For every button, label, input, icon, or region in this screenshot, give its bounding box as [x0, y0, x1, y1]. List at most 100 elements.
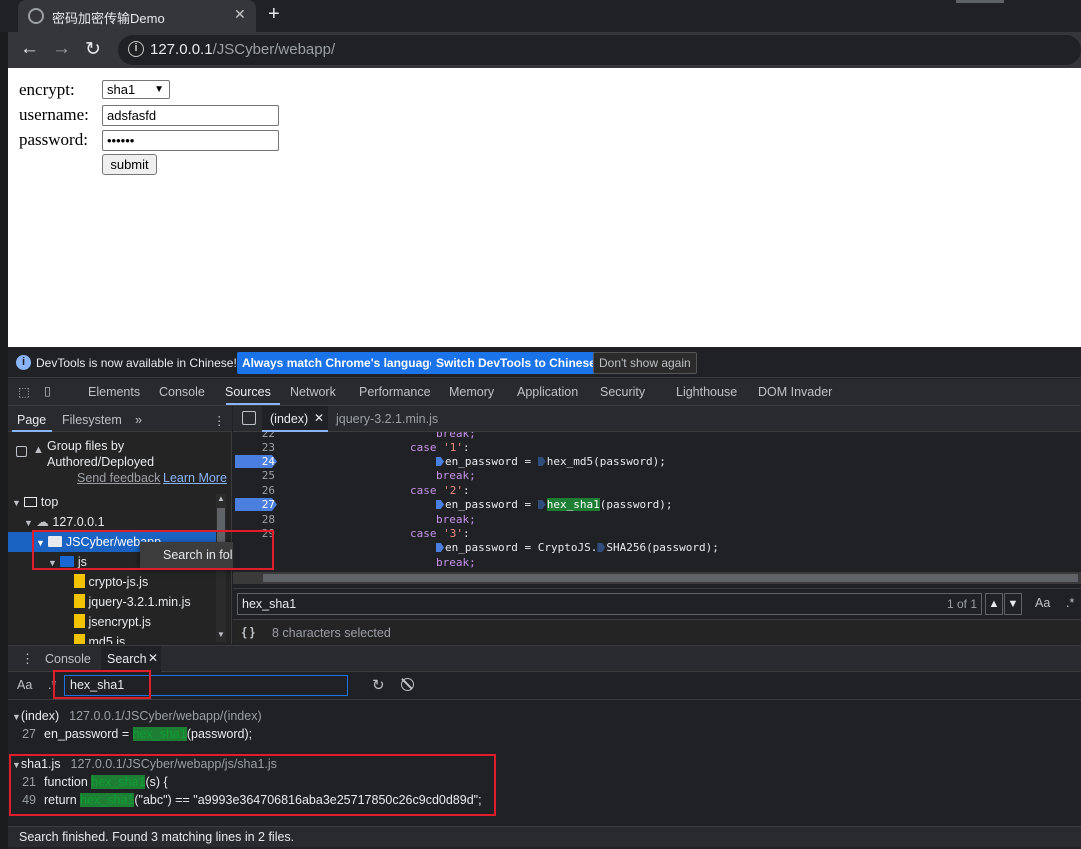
- more-tabs-icon[interactable]: »: [135, 413, 142, 427]
- editor-tab-bar: (index) ✕ jquery-3.2.1.min.js: [233, 406, 1081, 432]
- line-number: 22: [261, 432, 275, 440]
- tab-filesystem[interactable]: Filesystem: [62, 413, 122, 427]
- sources-navigator: Page Filesystem » ⋮ ▲ Group files by Aut…: [8, 406, 232, 644]
- close-icon[interactable]: ✕: [314, 411, 324, 425]
- forward-arrow-icon[interactable]: →: [52, 38, 71, 60]
- result-line[interactable]: 49 return hex_sha1("abc") == "a9993e36470…: [14, 793, 482, 807]
- tab-performance[interactable]: Performance: [359, 385, 431, 399]
- inspect-element-icon[interactable]: ⬚: [18, 384, 30, 399]
- editor-tab-label: (index): [270, 412, 309, 426]
- back-arrow-icon[interactable]: ←: [20, 38, 39, 60]
- url-host: 127.0.0.1: [150, 41, 213, 58]
- result-file-header[interactable]: ▼sha1.js 127.0.0.1/JSCyber/webapp/js/sha1…: [12, 757, 277, 771]
- dont-show-again-button[interactable]: Don't show again: [593, 352, 697, 374]
- selection-status: 8 characters selected: [272, 626, 391, 640]
- always-match-language-button[interactable]: Always match Chrome's language: [237, 352, 442, 374]
- drawer-tab-console[interactable]: Console: [45, 652, 91, 666]
- result-line-number: 27: [22, 727, 36, 741]
- scroll-up-icon[interactable]: ▲: [217, 494, 225, 503]
- page-content: encrypt: sha1 ▼ username: adsfasfd passwo…: [8, 68, 1081, 347]
- scrollbar-thumb[interactable]: [263, 574, 1078, 582]
- group-files-checkbox[interactable]: [16, 446, 27, 457]
- cloud-icon: ☁: [36, 515, 49, 529]
- code-editor[interactable]: 22 break; 23 case '1': 24 en_password = …: [233, 432, 1081, 572]
- tab-dom-invader[interactable]: DOM Invader: [758, 385, 832, 399]
- device-toolbar-icon[interactable]: ▯: [44, 383, 51, 398]
- drawer-menu-icon[interactable]: ⋮: [21, 651, 34, 667]
- file-icon: [74, 594, 85, 608]
- site-info-icon[interactable]: i: [128, 41, 144, 57]
- submit-button[interactable]: submit: [102, 154, 157, 175]
- editor-tab-jquery[interactable]: jquery-3.2.1.min.js: [336, 412, 438, 426]
- tab-application[interactable]: Application: [517, 385, 578, 399]
- find-next-icon[interactable]: ▼: [1004, 593, 1022, 615]
- frame-icon: [24, 497, 38, 507]
- navigator-scrollbar[interactable]: ▲ ▼: [216, 494, 226, 642]
- tab-security[interactable]: Security: [600, 385, 645, 399]
- search-input[interactable]: hex_sha1: [64, 675, 348, 696]
- find-input[interactable]: hex_sha1: [237, 593, 982, 615]
- tab-sources[interactable]: Sources: [225, 385, 271, 399]
- line-number: 28: [261, 513, 275, 526]
- drawer-tab-search[interactable]: Search ✕: [101, 646, 161, 672]
- tree-item-host[interactable]: ▼ ☁ 127.0.0.1: [8, 512, 224, 532]
- globe-icon: [28, 8, 44, 24]
- encrypt-select[interactable]: sha1 ▼: [102, 80, 170, 99]
- send-feedback-link[interactable]: Send feedback: [77, 471, 160, 485]
- close-icon[interactable]: ✕: [148, 651, 158, 665]
- reload-icon[interactable]: ↻: [85, 38, 101, 61]
- line-number[interactable]: 24: [233, 455, 275, 468]
- tab-console[interactable]: Console: [159, 385, 205, 399]
- line-number[interactable]: 27: [233, 498, 275, 511]
- tab-network[interactable]: Network: [290, 385, 336, 399]
- expand-triangle-icon: ▼: [48, 558, 57, 568]
- pretty-print-icon[interactable]: { }: [242, 625, 255, 639]
- tab-page[interactable]: Page: [17, 413, 46, 427]
- tree-item-file[interactable]: crypto-js.js: [8, 572, 224, 592]
- tree-label-top: top: [40, 495, 59, 509]
- tab-memory[interactable]: Memory: [449, 385, 494, 399]
- tree-item-file[interactable]: jquery-3.2.1.min.js: [8, 592, 224, 612]
- tree-label-host: 127.0.0.1: [52, 515, 105, 529]
- learn-more-link[interactable]: Learn More: [163, 471, 227, 485]
- tree-item-top[interactable]: ▼ top: [8, 492, 224, 512]
- window-control[interactable]: [956, 0, 1004, 3]
- expand-triangle-icon: ▼: [24, 518, 33, 528]
- clear-icon[interactable]: [401, 678, 414, 691]
- username-input[interactable]: adsfasfd: [102, 105, 279, 126]
- regex-icon[interactable]: .*: [1066, 596, 1074, 610]
- tab-elements[interactable]: Elements: [88, 385, 140, 399]
- tree-item-file[interactable]: md5.js: [8, 632, 224, 644]
- editor-tab-index[interactable]: (index) ✕: [262, 406, 328, 432]
- tree-label-file: md5.js: [88, 635, 126, 644]
- address-bar[interactable]: i 127.0.0.1/JSCyber/webapp/: [118, 35, 1081, 65]
- info-icon: i: [16, 355, 31, 370]
- code-line: break;: [436, 513, 476, 526]
- tab-close-icon[interactable]: ✕: [234, 6, 246, 23]
- scroll-down-icon[interactable]: ▼: [217, 630, 225, 639]
- left-window-edge: [0, 0, 8, 849]
- code-line: case '1':: [410, 441, 470, 454]
- new-tab-button[interactable]: +: [268, 3, 280, 26]
- kebab-menu-icon[interactable]: ⋮: [213, 413, 226, 428]
- browser-tab[interactable]: 密码加密传输Demo ✕: [18, 0, 256, 32]
- editor-horizontal-scrollbar[interactable]: [233, 572, 1081, 584]
- tab-lighthouse[interactable]: Lighthouse: [676, 385, 737, 399]
- switch-to-chinese-button[interactable]: Switch DevTools to Chinese: [431, 352, 601, 374]
- result-line[interactable]: 21 function hex_sha1(s) {: [14, 775, 168, 789]
- tree-item-file[interactable]: jsencrypt.js: [8, 612, 224, 632]
- expand-triangle-icon: ▼: [12, 498, 21, 508]
- refresh-icon[interactable]: ↻: [372, 676, 385, 694]
- result-line[interactable]: 27 en_password = hex_sha1(password);: [14, 727, 252, 741]
- tree-label-file: crypto-js.js: [88, 575, 149, 589]
- code-line: break;: [436, 556, 476, 569]
- password-input[interactable]: ••••••: [102, 130, 279, 151]
- match-case-icon[interactable]: Aa: [1035, 596, 1050, 610]
- match-case-icon[interactable]: Aa: [17, 678, 32, 692]
- toggle-navigator-icon[interactable]: [242, 411, 256, 425]
- result-text-after: (s) {: [145, 775, 168, 789]
- regex-icon[interactable]: .*: [48, 678, 56, 692]
- find-previous-icon[interactable]: ▲: [985, 593, 1003, 615]
- url-path: /JSCyber/webapp/: [212, 41, 336, 58]
- result-file-header[interactable]: ▼(index) 127.0.0.1/JSCyber/webapp/(index): [12, 709, 262, 723]
